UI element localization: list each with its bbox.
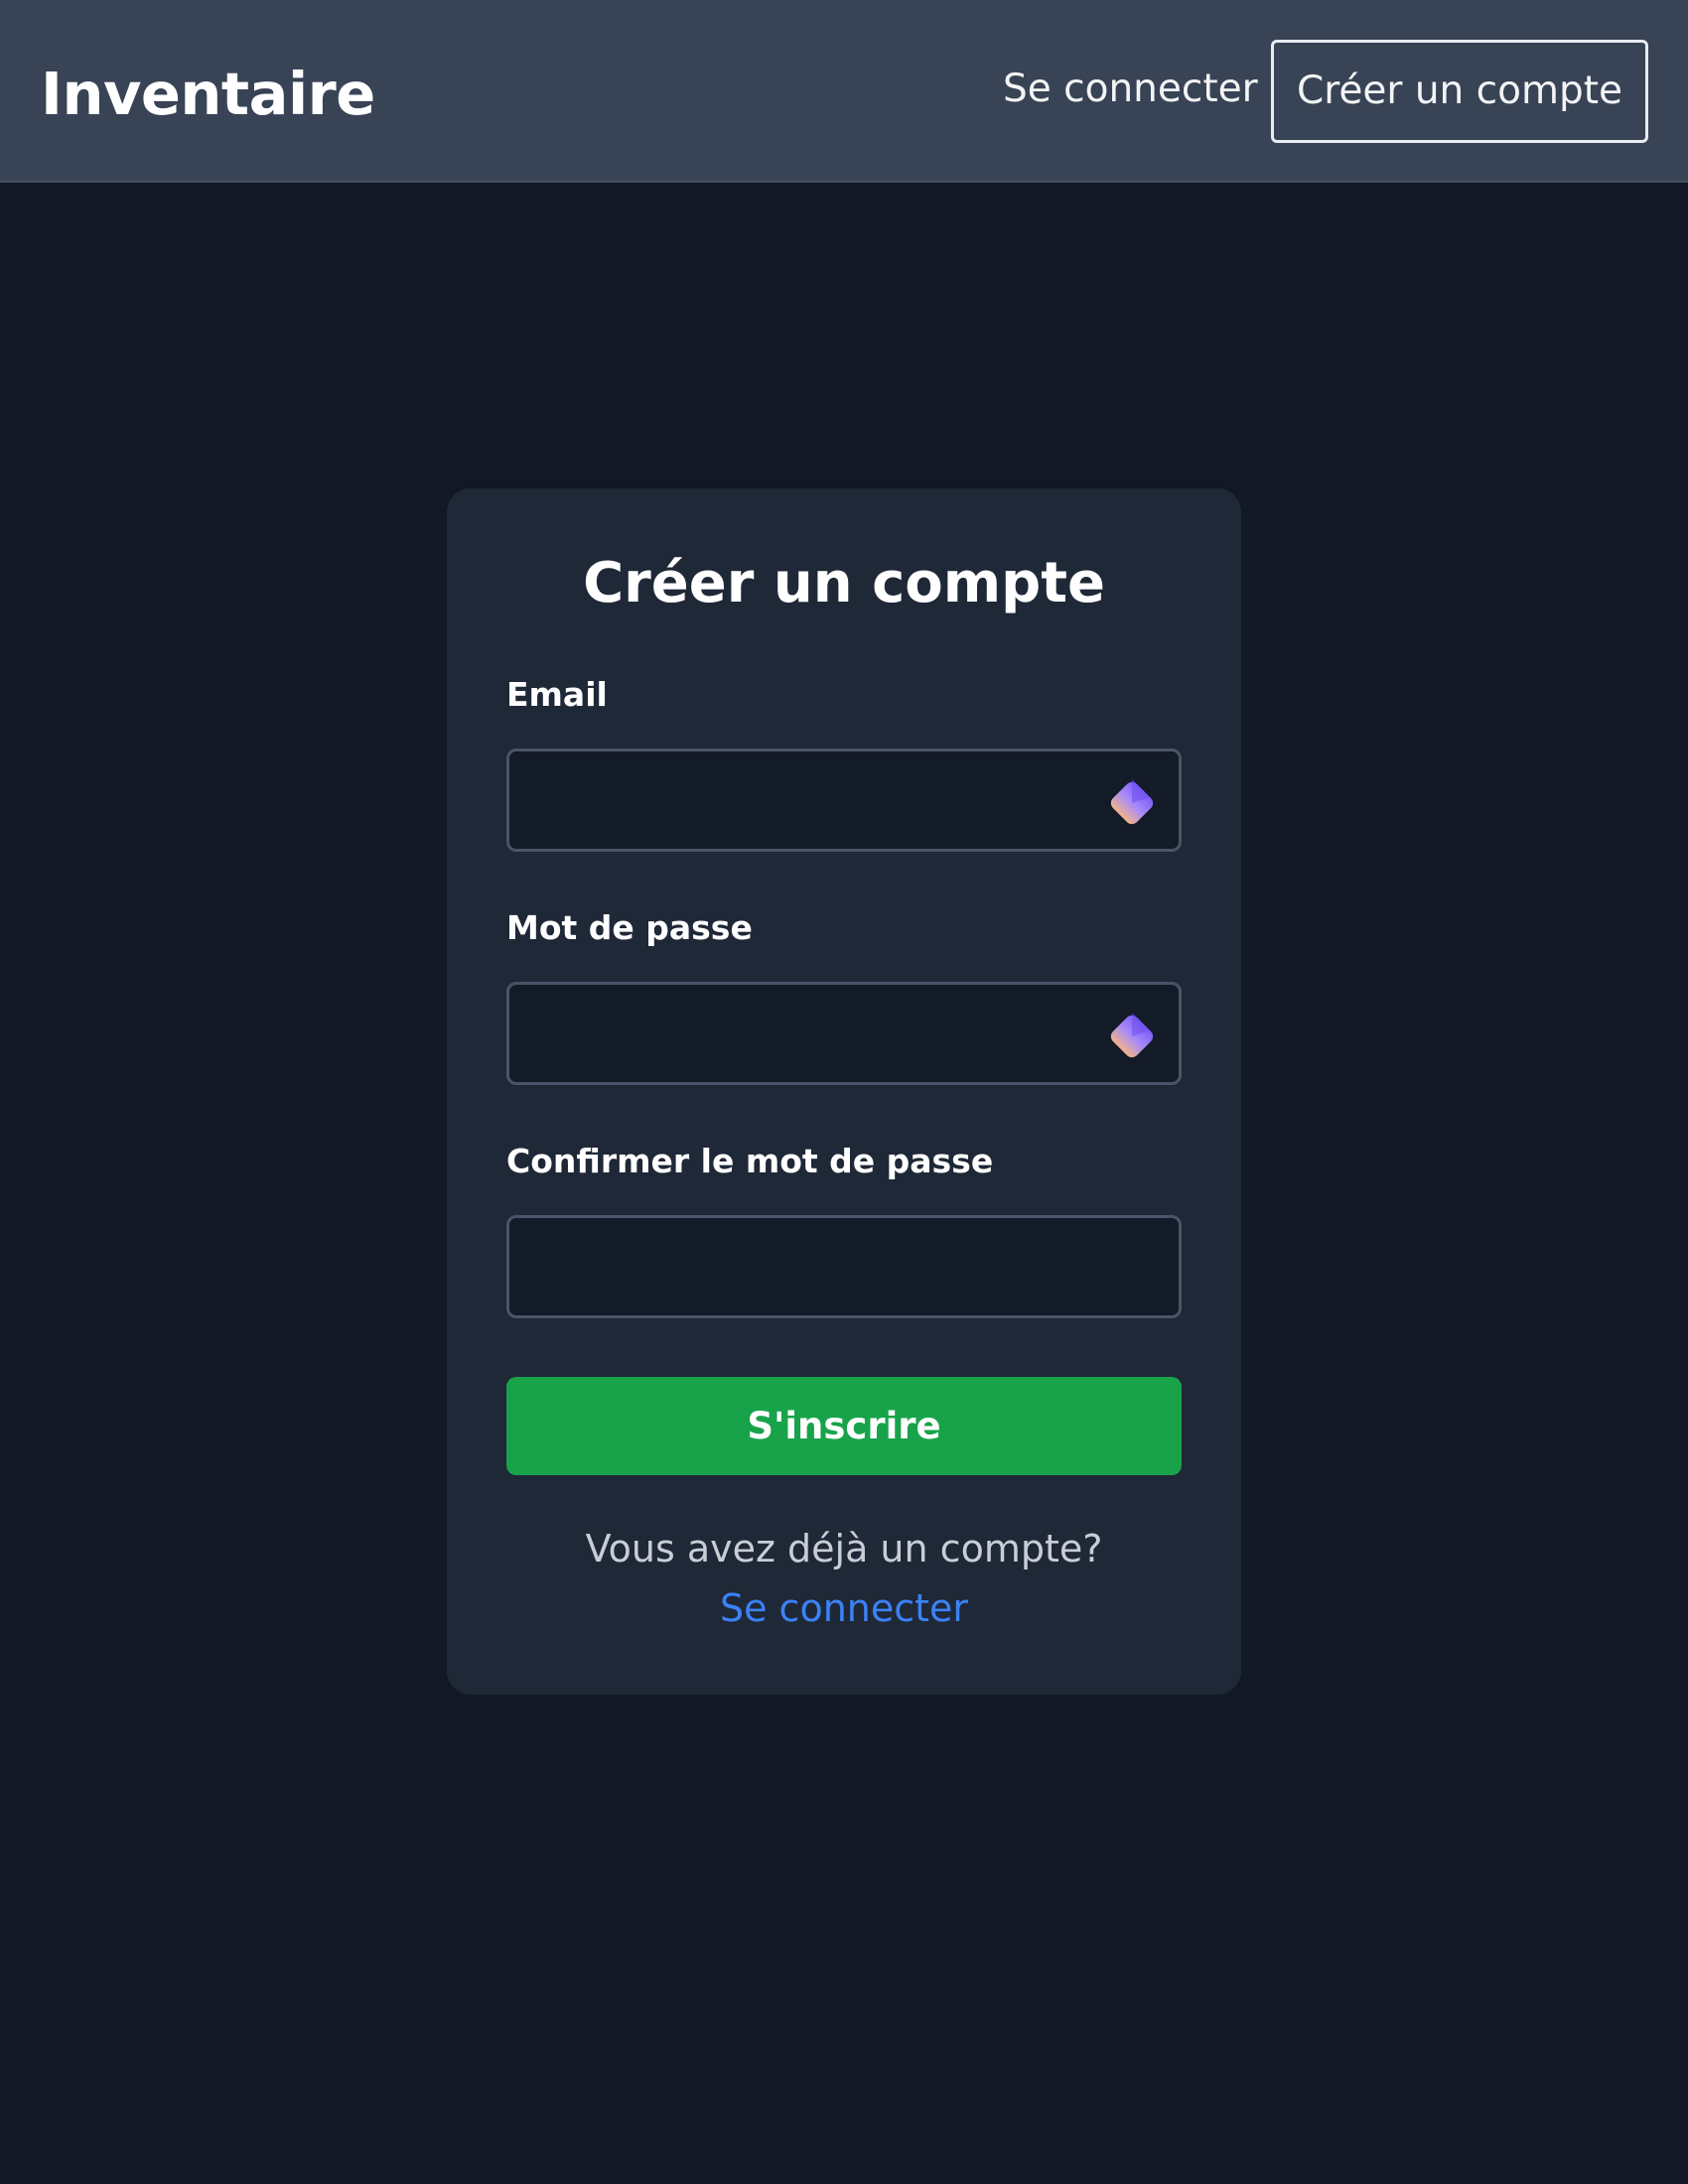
app-brand[interactable]: Inventaire [41, 55, 375, 134]
email-field-container [506, 749, 1182, 852]
email-field[interactable] [509, 751, 1179, 849]
signup-card: Créer un compte Email Mot de passe Confi… [447, 488, 1241, 1695]
password-field-container [506, 982, 1182, 1085]
email-label: Email [506, 675, 608, 714]
confirm-password-field-container [506, 1215, 1182, 1318]
footer-login-link[interactable]: Se connecter [447, 1580, 1241, 1636]
top-navigation-bar: Inventaire Se connecter Créer un compte [0, 0, 1688, 183]
nav-login-link[interactable]: Se connecter [1003, 62, 1258, 117]
confirm-password-field[interactable] [509, 1218, 1179, 1315]
password-manager-icon[interactable] [1101, 772, 1163, 834]
password-label: Mot de passe [506, 908, 753, 947]
nav-create-account-button[interactable]: Créer un compte [1271, 40, 1648, 143]
existing-account-prompt: Vous avez déjà un compte? [585, 1527, 1103, 1570]
signup-submit-button[interactable]: S'inscrire [506, 1377, 1182, 1475]
confirm-password-label: Confirmer le mot de passe [506, 1142, 994, 1180]
signup-title: Créer un compte [583, 551, 1105, 615]
password-manager-icon[interactable] [1101, 1006, 1163, 1067]
password-field[interactable] [509, 985, 1179, 1082]
